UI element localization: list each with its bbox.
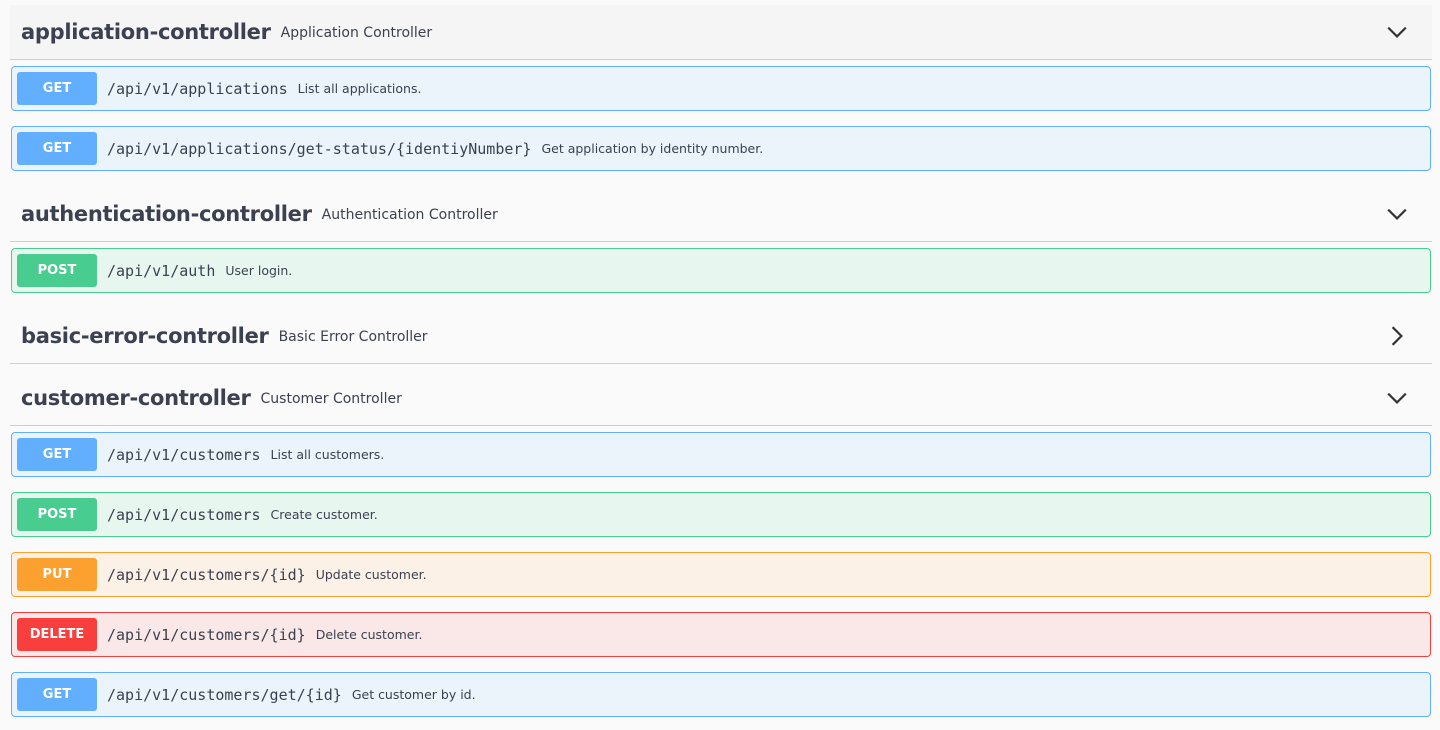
operation-path: /api/v1/customers/{id} <box>107 625 306 644</box>
method-badge: PUT <box>17 558 97 591</box>
operation-summary: Get customer by id. <box>351 687 476 702</box>
operation-post-customers[interactable]: POST /api/v1/customers Create customer. <box>11 492 1431 537</box>
tag-name: customer-controller <box>21 386 251 410</box>
tag-description: Application Controller <box>280 25 433 41</box>
operation-path: /api/v1/customers <box>107 505 261 524</box>
method-badge: GET <box>17 72 97 105</box>
method-badge: GET <box>17 438 97 471</box>
method-badge: POST <box>17 498 97 531</box>
operation-delete-customer[interactable]: DELETE /api/v1/customers/{id} Delete cus… <box>11 612 1431 657</box>
operation-get-applications[interactable]: GET /api/v1/applications List all applic… <box>11 66 1431 111</box>
operation-summary: Get application by identity number. <box>541 141 764 156</box>
tag-customer-controller[interactable]: customer-controller Customer Controller <box>10 371 1432 426</box>
operation-summary: List all customers. <box>270 447 385 462</box>
method-badge: POST <box>17 254 97 287</box>
operation-path: /api/v1/applications <box>107 79 288 98</box>
operation-path: /api/v1/auth <box>107 261 216 280</box>
method-badge: GET <box>17 132 97 165</box>
tag-name: application-controller <box>21 20 271 44</box>
operation-get-application-status[interactable]: GET /api/v1/applications/get-status/{ide… <box>11 126 1431 171</box>
chevron-down-icon[interactable] <box>1386 21 1408 43</box>
tag-basic-error-controller[interactable]: basic-error-controller Basic Error Contr… <box>10 309 1432 364</box>
chevron-down-icon[interactable] <box>1386 387 1408 409</box>
operation-summary: List all applications. <box>297 81 422 96</box>
operation-get-customer-by-id[interactable]: GET /api/v1/customers/get/{id} Get custo… <box>11 672 1431 717</box>
operation-path: /api/v1/customers/get/{id} <box>107 685 342 704</box>
tag-authentication-controller[interactable]: authentication-controller Authentication… <box>10 187 1432 242</box>
tag-application-controller[interactable]: application-controller Application Contr… <box>10 5 1432 60</box>
tag-name: basic-error-controller <box>21 324 269 348</box>
method-badge: DELETE <box>17 618 97 651</box>
operation-path: /api/v1/applications/get-status/{identiy… <box>107 139 532 158</box>
tag-description: Customer Controller <box>260 391 402 407</box>
tag-description: Authentication Controller <box>321 207 498 223</box>
operation-summary: Update customer. <box>315 567 427 582</box>
operation-summary: User login. <box>225 263 293 278</box>
operation-summary: Delete customer. <box>315 627 423 642</box>
tag-name: authentication-controller <box>21 202 312 226</box>
swagger-operations-list: application-controller Application Contr… <box>0 0 1440 730</box>
operation-put-customer[interactable]: PUT /api/v1/customers/{id} Update custom… <box>11 552 1431 597</box>
operation-path: /api/v1/customers <box>107 445 261 464</box>
operation-summary: Create customer. <box>270 507 378 522</box>
tag-description: Basic Error Controller <box>278 329 428 345</box>
operation-post-auth[interactable]: POST /api/v1/auth User login. <box>11 248 1431 293</box>
method-badge: GET <box>17 678 97 711</box>
operation-path: /api/v1/customers/{id} <box>107 565 306 584</box>
operation-get-customers[interactable]: GET /api/v1/customers List all customers… <box>11 432 1431 477</box>
chevron-right-icon[interactable] <box>1386 325 1408 347</box>
chevron-down-icon[interactable] <box>1386 203 1408 225</box>
